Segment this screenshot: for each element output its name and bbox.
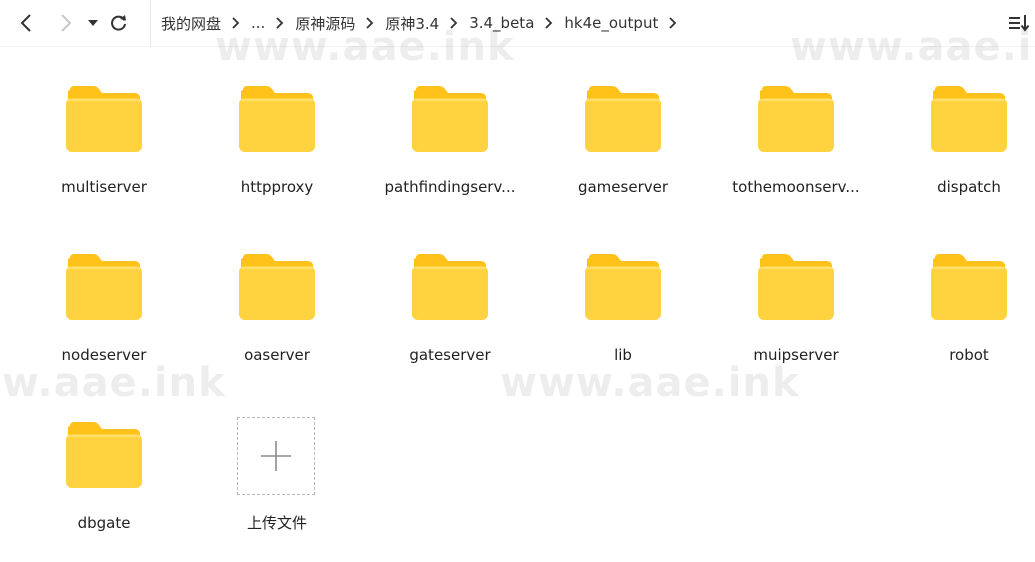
back-button[interactable] [15, 12, 37, 34]
upload-label: 上传文件 [246, 514, 307, 532]
folder-icon [412, 86, 488, 152]
folder-name: dispatch [937, 178, 1001, 196]
folder-name: gateserver [409, 346, 491, 364]
folder-icon [585, 254, 661, 320]
breadcrumb-item-beta[interactable]: 3.4_beta [469, 14, 534, 32]
forward-button[interactable] [55, 12, 77, 34]
folder-name: lib [614, 346, 632, 364]
folder-icon [585, 86, 661, 152]
folder-name: oaserver [244, 346, 310, 364]
chevron-right-icon [232, 17, 240, 29]
refresh-icon [111, 15, 126, 31]
folder-item[interactable]: tothemoonserv... [721, 76, 871, 226]
folder-name: dbgate [77, 514, 131, 532]
chevron-right-icon [366, 17, 374, 29]
breadcrumb-item-root[interactable]: 我的网盘 [161, 13, 221, 34]
chevron-right-icon [276, 17, 284, 29]
folder-icon [758, 254, 834, 320]
folder-item[interactable]: muipserver [721, 244, 871, 394]
refresh-button[interactable] [108, 12, 130, 34]
chevron-right-icon [545, 17, 553, 29]
folder-item[interactable]: oaserver [202, 244, 352, 394]
breadcrumb-item-version[interactable]: 原神3.4 [385, 13, 439, 34]
breadcrumb-item-ellipsis[interactable]: ... [251, 14, 265, 32]
breadcrumb-item-source[interactable]: 原神源码 [295, 13, 355, 34]
folder-name: multiserver [61, 178, 147, 196]
chevron-right-icon [61, 14, 72, 32]
folder-item[interactable]: pathfindingserv... [375, 76, 525, 226]
folder-icon [239, 254, 315, 320]
sort-icon [1009, 15, 1030, 32]
folder-icon [931, 86, 1007, 152]
folder-icon [239, 86, 315, 152]
folder-item[interactable]: robot [894, 244, 1035, 394]
folder-item[interactable]: gameserver [548, 76, 698, 226]
folder-icon [758, 86, 834, 152]
sort-button[interactable] [1007, 12, 1031, 34]
breadcrumb-item-current[interactable]: hk4e_output [564, 14, 658, 32]
chevron-right-icon [450, 17, 458, 29]
caret-down-icon [88, 20, 98, 26]
folder-icon [66, 86, 142, 152]
folder-item[interactable]: gateserver [375, 244, 525, 394]
folder-icon [931, 254, 1007, 320]
folder-item[interactable]: httpproxy [202, 76, 352, 226]
folder-name: muipserver [753, 346, 839, 364]
folder-item[interactable]: dbgate [29, 412, 179, 562]
upload-button[interactable] [237, 417, 315, 495]
folder-icon [412, 254, 488, 320]
folder-icon [66, 422, 142, 488]
folder-name: robot [949, 346, 989, 364]
folder-item[interactable]: multiserver [29, 76, 179, 226]
folder-name: pathfindingserv... [384, 178, 516, 196]
folder-name: nodeserver [61, 346, 147, 364]
folder-name: httpproxy [240, 178, 314, 196]
folder-item[interactable]: nodeserver [29, 244, 179, 394]
folder-icon [66, 254, 142, 320]
toolbar-divider [0, 46, 1035, 47]
folder-name: tothemoonserv... [732, 178, 860, 196]
history-dropdown-button[interactable] [84, 12, 102, 34]
folder-item[interactable]: lib [548, 244, 698, 394]
chevron-right-icon [669, 17, 677, 29]
folder-item[interactable]: dispatch [894, 76, 1035, 226]
plus-icon [261, 441, 291, 471]
folder-name: gameserver [577, 178, 669, 196]
breadcrumb: 我的网盘 ... 原神源码 原神3.4 3.4_beta hk4e_output [150, 0, 688, 46]
chevron-left-icon [20, 14, 31, 32]
toolbar: 我的网盘 ... 原神源码 原神3.4 3.4_beta hk4e_output [0, 0, 1035, 46]
